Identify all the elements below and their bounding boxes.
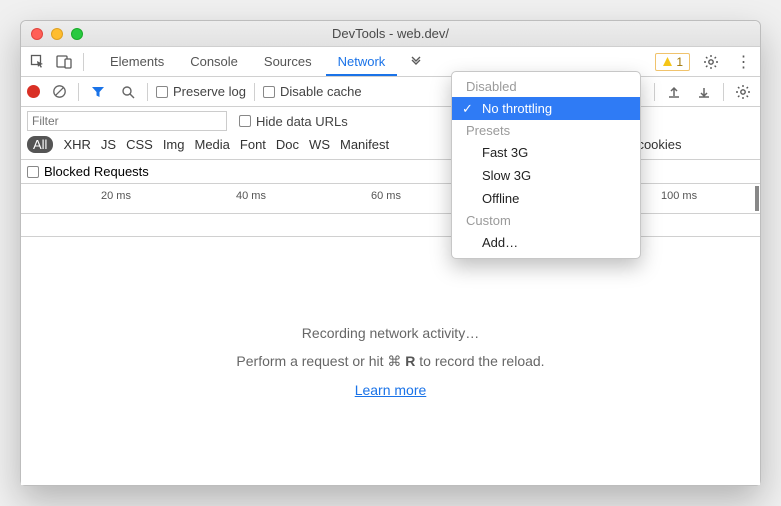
empty-line2: Perform a request or hit ⌘ R to record t… [236,353,544,370]
filter-xhr[interactable]: XHR [63,137,90,152]
devtools-window: DevTools - web.dev/ Elements Console Sou… [20,20,761,486]
export-har-icon[interactable] [693,81,715,103]
network-settings-icon[interactable] [732,81,754,103]
filter-icon[interactable] [87,81,109,103]
tab-elements[interactable]: Elements [98,48,176,76]
dropdown-header-disabled: Disabled [452,76,640,97]
warning-icon [662,56,673,67]
blocked-requests-row: Blocked Requests [21,160,760,184]
search-icon[interactable] [117,81,139,103]
warnings-count: 1 [676,55,683,69]
filter-input[interactable] [27,111,227,131]
filter-js[interactable]: JS [101,137,116,152]
throttle-option-offline[interactable]: Offline [452,187,640,210]
tab-network[interactable]: Network [326,48,398,76]
tab-sources[interactable]: Sources [252,48,324,76]
timeline-tick: 100 ms [661,190,697,202]
dropdown-header-presets: Presets [452,120,640,141]
timeline-tick: 60 ms [371,190,401,202]
throttle-option-add[interactable]: Add… [452,231,640,254]
clear-icon[interactable] [48,81,70,103]
empty-state: Recording network activity… Perform a re… [21,236,760,485]
filter-doc[interactable]: Doc [276,137,299,152]
filter-bar: Hide data URLs All XHR JS CSS Img Media … [21,107,760,160]
learn-more-link[interactable]: Learn more [355,382,427,398]
filter-all[interactable]: All [27,136,53,153]
blocked-requests-checkbox[interactable]: Blocked Requests [27,164,754,179]
throttling-dropdown: Disabled No throttling Presets Fast 3G S… [451,71,641,259]
filter-ws[interactable]: WS [309,137,330,152]
more-tabs-icon[interactable] [405,51,427,73]
record-button[interactable] [27,85,40,98]
dropdown-header-custom: Custom [452,210,640,231]
hide-data-urls-checkbox[interactable]: Hide data URLs [239,114,348,129]
timeline-ruler[interactable]: 20 ms 40 ms 60 ms 100 ms [21,184,760,214]
import-har-icon[interactable] [663,81,685,103]
timeline-tick: 40 ms [236,190,266,202]
timeline-tick: 20 ms [101,190,131,202]
filter-img[interactable]: Img [163,137,185,152]
filter-css[interactable]: CSS [126,137,153,152]
preserve-log-checkbox[interactable]: Preserve log [156,84,246,99]
filter-media[interactable]: Media [194,137,229,152]
throttle-option-no-throttling[interactable]: No throttling [452,97,640,120]
empty-line1: Recording network activity… [302,325,479,341]
filter-manifest[interactable]: Manifest [340,137,389,152]
tab-console[interactable]: Console [178,48,250,76]
filter-font[interactable]: Font [240,137,266,152]
more-options-icon[interactable]: ⋮ [732,51,754,73]
settings-icon[interactable] [700,51,722,73]
main-toolbar: Elements Console Sources Network 1 ⋮ [21,47,760,77]
resource-type-filters: All XHR JS CSS Img Media Font Doc WS Man… [27,136,754,153]
device-toolbar-icon[interactable] [53,51,75,73]
window-title: DevTools - web.dev/ [21,26,760,41]
inspect-element-icon[interactable] [27,51,49,73]
timeline-scrollbar[interactable] [755,186,759,211]
disable-cache-checkbox[interactable]: Disable cache [263,84,362,99]
titlebar: DevTools - web.dev/ [21,21,760,47]
throttle-option-fast-3g[interactable]: Fast 3G [452,141,640,164]
panel-tabs: Elements Console Sources Network [98,48,397,76]
warnings-badge[interactable]: 1 [655,53,690,71]
network-toolbar: Preserve log Disable cache [21,77,760,107]
throttle-option-slow-3g[interactable]: Slow 3G [452,164,640,187]
